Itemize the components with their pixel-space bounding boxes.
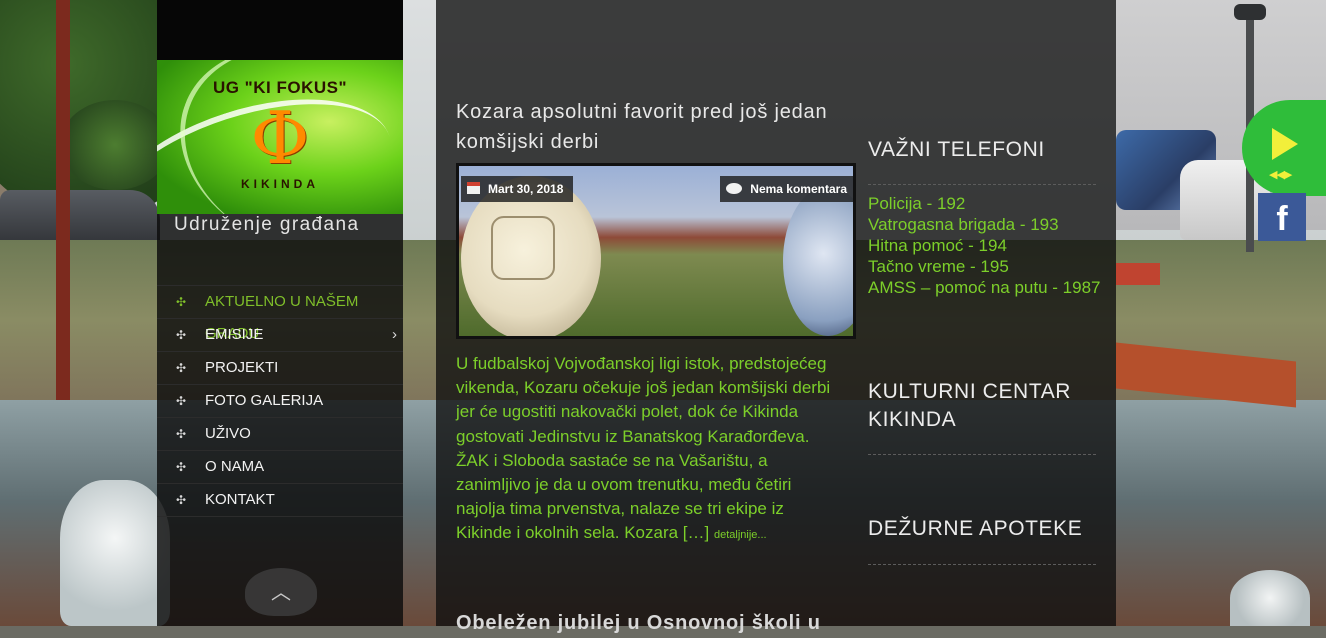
nav-item-o-nama[interactable]: ✣ O NAMA — [157, 450, 403, 483]
play-icon — [1272, 128, 1298, 160]
next-post-title[interactable]: Obeležen jubilej u Osnovnoj školi u — [456, 608, 866, 638]
bullet-icon: ✣ — [176, 361, 187, 375]
sidebar-top-bar — [157, 0, 403, 60]
read-more-link[interactable]: detaljnije... — [714, 529, 767, 541]
nav-item-projekti[interactable]: ✣ PROJEKTI — [157, 351, 403, 384]
calendar-icon — [467, 182, 480, 194]
phone-item: Hitna pomoć - 194 — [868, 236, 1007, 255]
nav-item-label: PROJEKTI — [205, 359, 279, 376]
phone-item: Vatrogasna brigada - 193 — [868, 215, 1059, 234]
scroll-to-top-button[interactable]: ︿ — [245, 568, 317, 616]
phone-item: AMSS – pomoć na putu - 1987 — [868, 278, 1101, 297]
phone-list: Policija - 192 Vatrogasna brigada - 193 … — [868, 193, 1108, 298]
post-date: Mart 30, 2018 — [488, 182, 564, 196]
nav-item-label: O NAMA — [205, 458, 265, 475]
widget-divider — [868, 454, 1096, 455]
nav-item-emisije[interactable]: ✣ EMISIJE › — [157, 318, 403, 351]
post-date-badge: Mart 30, 2018 — [461, 176, 574, 202]
logo-phi-symbol: Φ — [250, 96, 310, 180]
facebook-icon: f — [1276, 200, 1288, 238]
bullet-icon: ✣ — [176, 493, 187, 507]
chevron-right-icon: › — [392, 326, 397, 343]
bullet-icon: ✣ — [176, 328, 187, 342]
bullet-icon: ✣ — [176, 394, 187, 408]
facebook-button[interactable]: f — [1258, 193, 1306, 241]
widget-title-phones: VAŽNI TELEFONI — [868, 138, 1045, 161]
post-title[interactable]: Kozara apsolutni favorit pred još jedan … — [456, 97, 866, 157]
bullet-icon: ✣ — [176, 460, 187, 474]
phone-item: Tačno vreme - 195 — [868, 257, 1009, 276]
chevron-up-icon: ︿ — [271, 580, 291, 604]
post-excerpt-text: U fudbalskoj Vojvođanskoj ligi istok, pr… — [456, 354, 831, 543]
nav-item-label: FOTO GALERIJA — [205, 392, 324, 409]
comment-bubble-icon — [726, 183, 743, 194]
nav-item-label: UŽIVO — [205, 425, 251, 442]
site-logo[interactable]: UG "KI FOKUS" Φ KIKINDA — [157, 60, 403, 214]
phone-item: Policija - 192 — [868, 194, 966, 213]
post-excerpt: U fudbalskoj Vojvođanskoj ligi istok, pr… — [456, 352, 836, 548]
main-content: Kozara apsolutni favorit pred još jedan … — [436, 0, 1116, 634]
main-navigation: ✣ AKTUELNO U NAŠEM GRADU ✣ EMISIJE › ✣ P… — [157, 285, 403, 517]
site-tagline: Udruženje građana — [174, 214, 360, 235]
post-comments-badge[interactable]: Nema komentara — [720, 176, 853, 202]
nav-item-foto-galerija[interactable]: ✣ FOTO GALERIJA — [157, 384, 403, 417]
post-comments: Nema komentara — [750, 182, 847, 196]
nav-item-aktuelno[interactable]: ✣ AKTUELNO U NAŠEM GRADU — [157, 285, 403, 342]
nav-item-label: KONTAKT — [205, 491, 275, 508]
widget-title-pharmacy: DEŽURNE APOTEKE — [868, 517, 1083, 540]
nav-item-uzivo[interactable]: ✣ UŽIVO — [157, 417, 403, 450]
widget-divider — [868, 564, 1096, 565]
post-featured-image[interactable]: Mart 30, 2018 Nema komentara — [456, 163, 856, 339]
nav-item-kontakt[interactable]: ✣ KONTAKT — [157, 483, 403, 517]
widget-divider — [868, 184, 1096, 185]
bullet-icon: ✣ — [176, 295, 187, 309]
player-controls-icon: ◀◀▶ — [1269, 168, 1292, 181]
bullet-icon: ✣ — [176, 427, 187, 441]
left-sidebar: UG "KI FOKUS" Φ KIKINDA Udruženje građan… — [157, 0, 403, 626]
nav-item-label: EMISIJE — [205, 326, 264, 343]
widget-title-culture: KULTURNI CENTAR KIKINDA — [868, 380, 1072, 431]
logo-city: KIKINDA — [241, 177, 319, 191]
